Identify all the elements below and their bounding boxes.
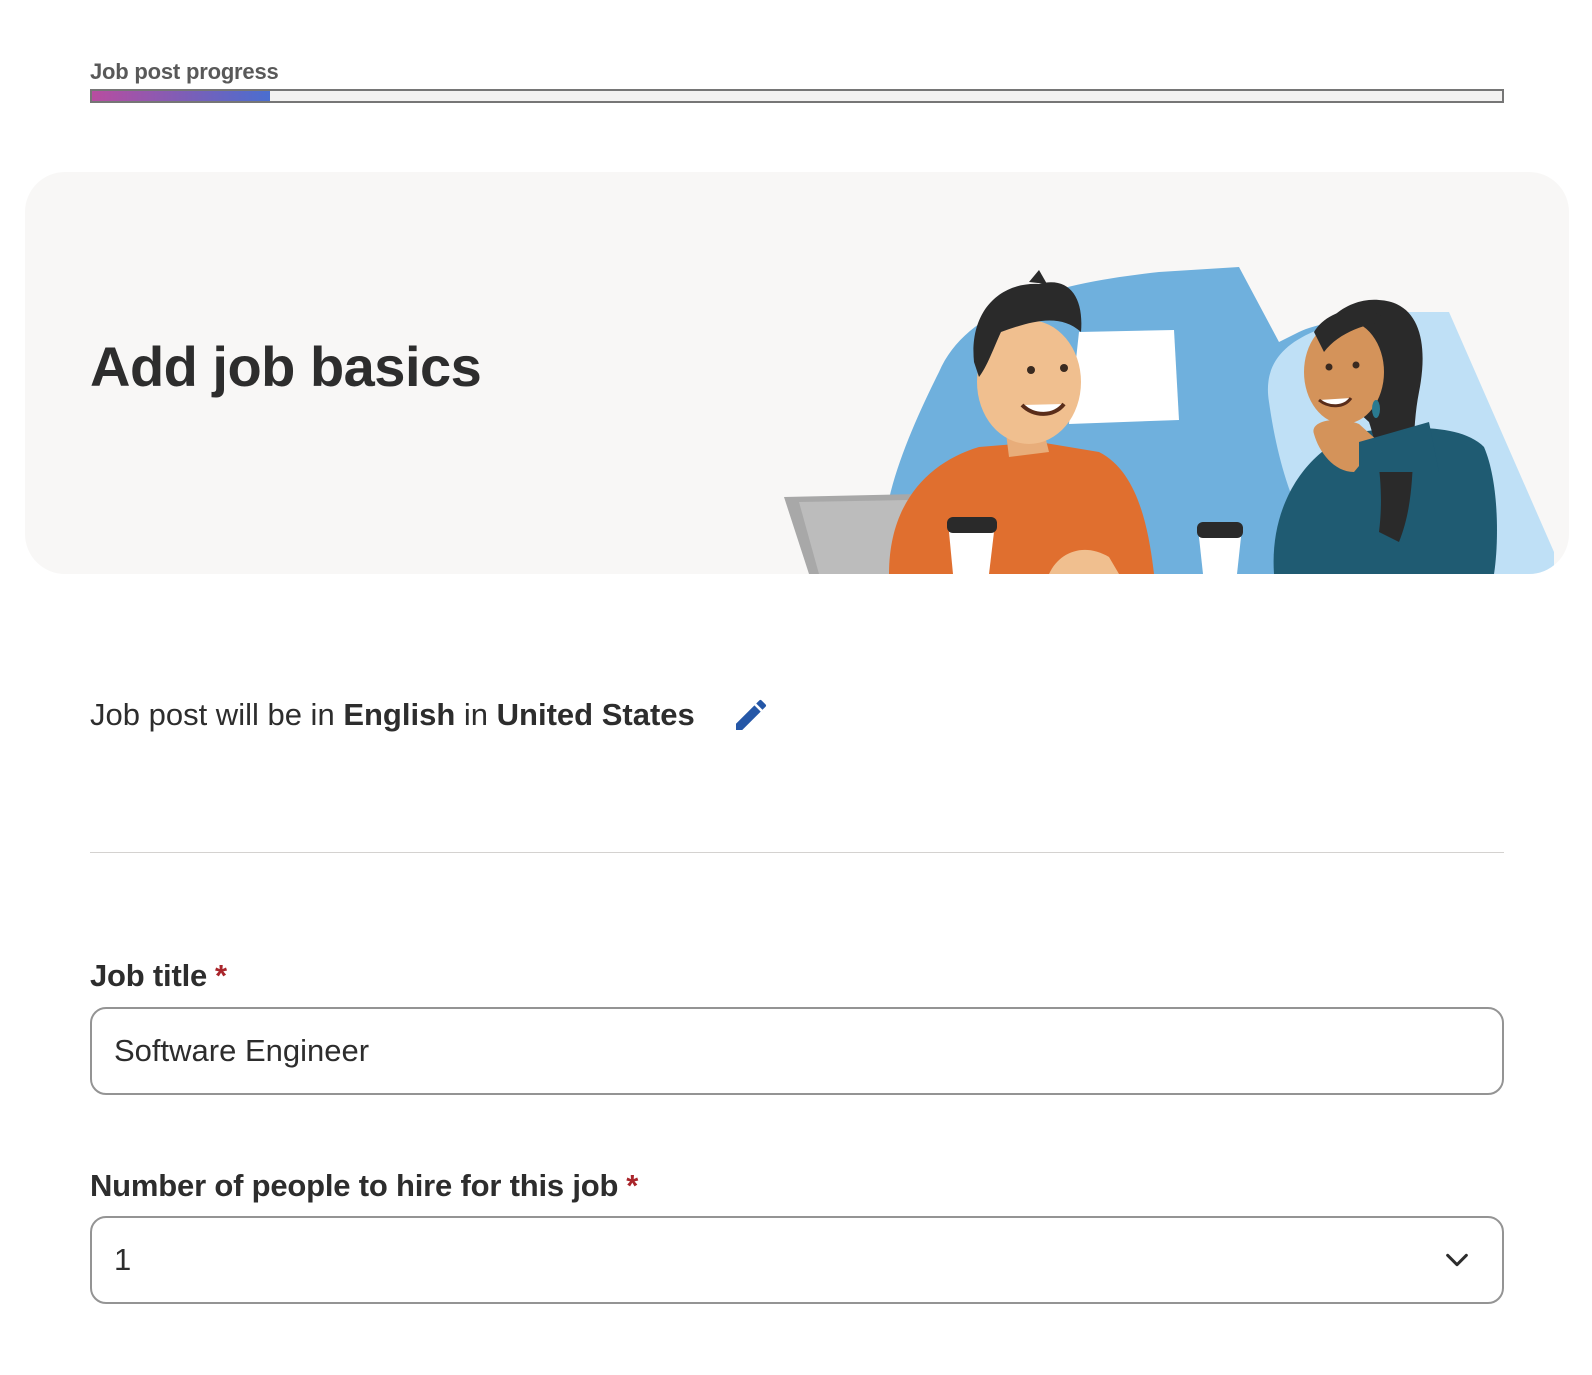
hire-count-select[interactable]: 1 bbox=[90, 1216, 1504, 1304]
hire-count-value: 1 bbox=[114, 1242, 132, 1277]
job-title-label: Job title * bbox=[90, 956, 227, 996]
hire-count-label-text: Number of people to hire for this job bbox=[90, 1168, 619, 1203]
required-asterisk: * bbox=[215, 958, 227, 993]
two-people-chatting-illustration bbox=[784, 267, 1554, 574]
edit-locale-button[interactable] bbox=[729, 693, 773, 737]
page-title: Add job basics bbox=[90, 335, 482, 398]
locale-language: English bbox=[343, 697, 456, 732]
section-divider bbox=[90, 852, 1504, 853]
progress-track bbox=[90, 89, 1504, 103]
job-locale-row: Job post will be in English in United St… bbox=[90, 690, 773, 740]
pencil-icon bbox=[735, 699, 766, 730]
locale-prefix: Job post will be in bbox=[90, 697, 335, 732]
job-title-input[interactable] bbox=[90, 1007, 1504, 1095]
required-asterisk: * bbox=[626, 1168, 639, 1203]
job-title-label-text: Job title bbox=[90, 958, 208, 993]
hire-count-label: Number of people to hire for this job * bbox=[90, 1166, 638, 1206]
locale-country: United States bbox=[496, 697, 695, 732]
progress-label: Job post progress bbox=[90, 59, 279, 84]
progress-fill bbox=[92, 91, 270, 101]
job-post-progress: Job post progress bbox=[90, 58, 1504, 103]
chevron-down-icon bbox=[1442, 1245, 1472, 1275]
hero-banner: Add job basics bbox=[25, 172, 1569, 574]
locale-connector: in bbox=[463, 697, 489, 732]
